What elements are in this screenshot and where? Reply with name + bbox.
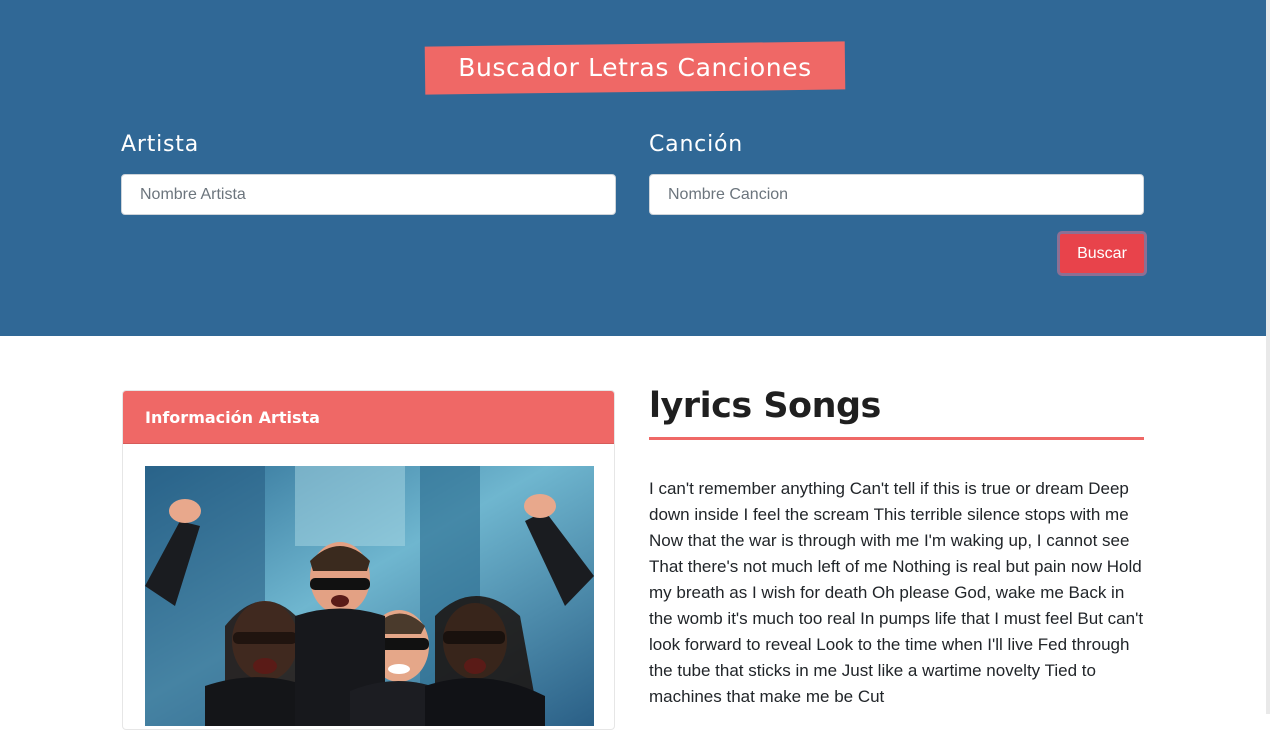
- song-input[interactable]: [649, 174, 1144, 215]
- artist-input[interactable]: [121, 174, 616, 215]
- lyrics-heading: lyrics Songs: [649, 386, 881, 426]
- page-scrollbar[interactable]: [1266, 0, 1270, 714]
- artist-info-card: Información Artista: [122, 390, 615, 730]
- page-title: Buscador Letras Canciones: [458, 52, 812, 82]
- artist-info-heading: Información Artista: [123, 391, 614, 444]
- lyrics-divider: [649, 437, 1144, 440]
- artist-photo: [145, 466, 594, 726]
- lyrics-text: I can't remember anything Can't tell if …: [649, 479, 1144, 706]
- song-label: Canción: [649, 132, 743, 157]
- search-hero: Buscador Letras Canciones Artista Canció…: [0, 0, 1266, 336]
- artist-label: Artista: [121, 132, 200, 157]
- search-button[interactable]: Buscar: [1057, 231, 1147, 276]
